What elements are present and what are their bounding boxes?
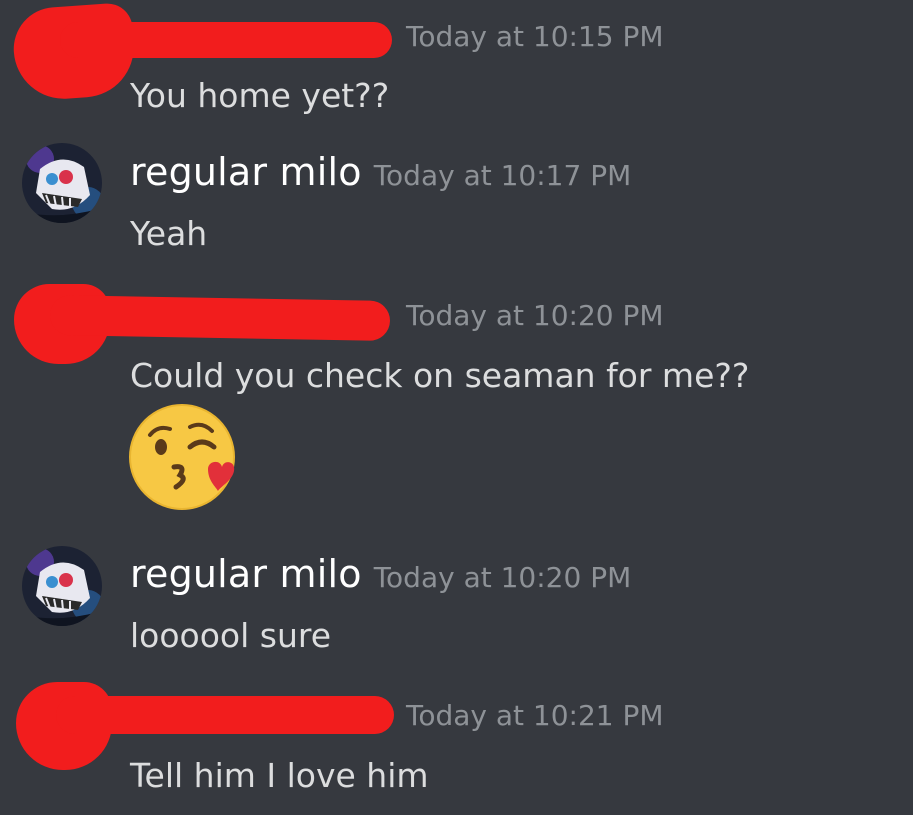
- redaction-mark: [60, 22, 392, 58]
- face-throwing-kiss-emoji[interactable]: [128, 403, 236, 511]
- redaction-mark: [56, 696, 394, 734]
- message-text: Yeah: [130, 214, 208, 253]
- redaction-mark: [49, 295, 391, 341]
- message-timestamp: Today at 10:20 PM: [373, 561, 632, 594]
- message-text: loooool sure: [130, 616, 332, 655]
- message-text: You home yet??: [130, 76, 390, 115]
- chat-message-list: Today at 10:15 PM You home yet?? regular…: [0, 0, 913, 815]
- message-timestamp: Today at 10:20 PM: [406, 299, 664, 332]
- message-timestamp: Today at 10:21 PM: [406, 699, 664, 732]
- skull-avatar-icon: [22, 546, 102, 626]
- skull-avatar-icon: [22, 143, 102, 223]
- message-header: regular milo Today at 10:17 PM: [130, 150, 631, 194]
- message-text: Could you check on seaman for me??: [130, 356, 750, 395]
- message-timestamp: Today at 10:17 PM: [373, 159, 632, 192]
- avatar[interactable]: [22, 143, 102, 223]
- username[interactable]: regular milo: [130, 150, 362, 194]
- message-timestamp: Today at 10:15 PM: [406, 20, 664, 53]
- username[interactable]: regular milo: [130, 552, 362, 596]
- avatar[interactable]: [22, 546, 102, 626]
- message-header: regular milo Today at 10:20 PM: [130, 552, 631, 596]
- message-text: Tell him I love him: [130, 756, 429, 795]
